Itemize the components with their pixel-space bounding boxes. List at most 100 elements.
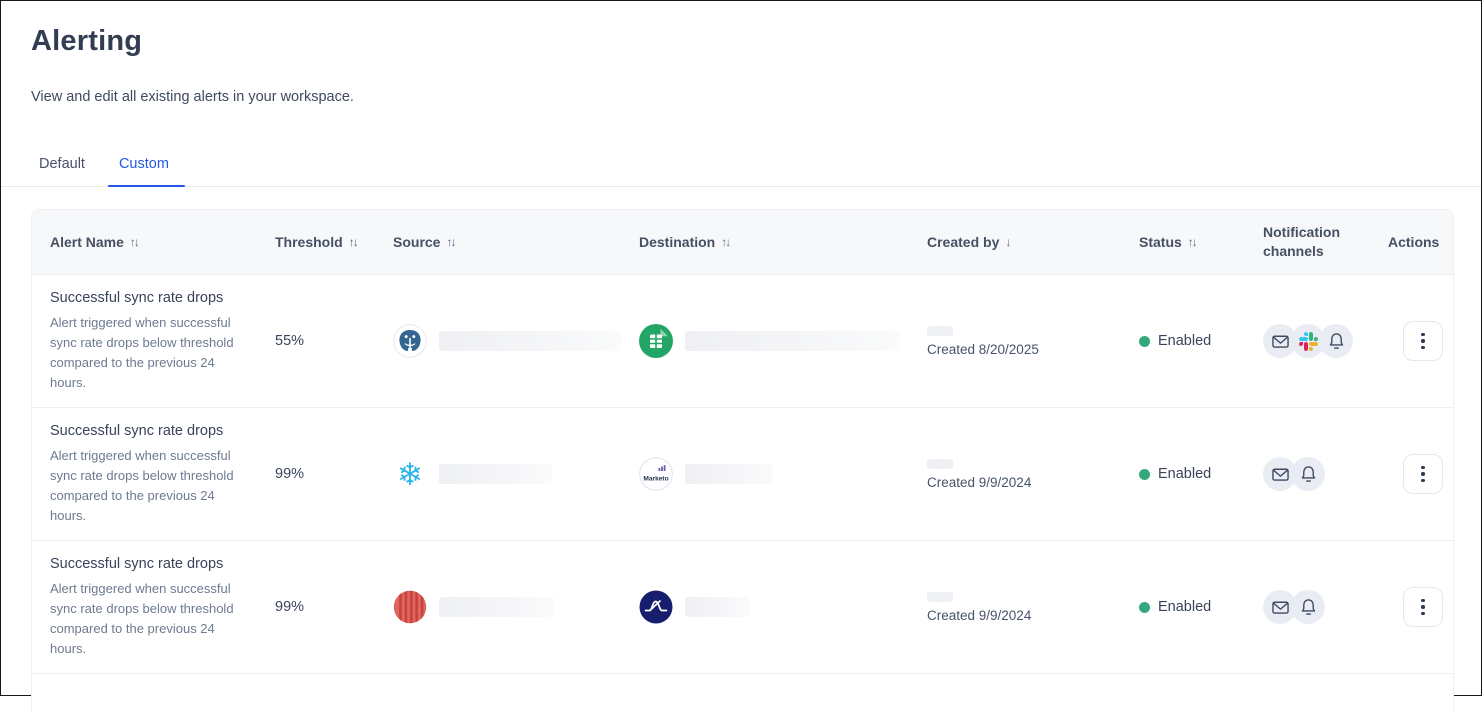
table-row: Successful sync rate drops Alert trigger…: [32, 407, 1453, 540]
column-header-threshold[interactable]: Threshold ↑↓: [257, 210, 375, 274]
alert-name: Successful sync rate drops: [50, 290, 223, 306]
alert-name-cell: Successful sync rate drops Alert trigger…: [32, 275, 257, 407]
actions-cell: [1370, 408, 1453, 540]
status-cell: Enabled: [1121, 275, 1245, 407]
threshold-value: 55%: [275, 333, 304, 349]
page-title: Alerting: [31, 25, 1454, 58]
sort-icon: ↑↓: [721, 234, 729, 250]
created-by-cell: Created 9/9/2024: [909, 541, 1121, 673]
notification-channels-cell: [1245, 541, 1370, 673]
redacted-creator-name: [927, 459, 953, 469]
kebab-icon: [1421, 466, 1424, 469]
created-date: Created 9/9/2024: [927, 475, 1031, 490]
status-label: Enabled: [1158, 599, 1211, 615]
source-cell: [375, 275, 621, 407]
table-header: Alert Name ↑↓ Threshold ↑↓ Source ↑↓ Des…: [32, 210, 1453, 274]
source-cell: [375, 541, 621, 673]
alert-name: Successful sync rate drops: [50, 556, 223, 572]
column-label: Created by: [927, 233, 999, 252]
slack-icon: [1299, 332, 1318, 351]
status-label: Enabled: [1158, 333, 1211, 349]
postgresql-icon: [393, 324, 427, 358]
row-actions-menu-button[interactable]: [1403, 587, 1443, 627]
actions-cell: [1370, 275, 1453, 407]
alert-description: Alert triggered when successful sync rat…: [50, 313, 238, 393]
notification-channels-cell: [1245, 408, 1370, 540]
column-label: Threshold: [275, 233, 343, 252]
column-header-source[interactable]: Source ↑↓: [375, 210, 621, 274]
alerts-table: Alert Name ↑↓ Threshold ↑↓ Source ↑↓ Des…: [31, 209, 1454, 713]
bell-icon: [1326, 331, 1347, 352]
tab-custom[interactable]: Custom: [119, 156, 169, 186]
column-header-status[interactable]: Status ↑↓: [1121, 210, 1245, 274]
destination-cell: [621, 541, 909, 673]
bell-channel-badge: [1319, 324, 1353, 358]
column-header-destination[interactable]: Destination ↑↓: [621, 210, 909, 274]
notification-channels-cell: [1245, 275, 1370, 407]
redacted-destination-name: [685, 331, 900, 351]
bell-icon: [1298, 597, 1319, 618]
destination-cell: [621, 275, 909, 407]
alert-name: Successful sync rate drops: [50, 423, 223, 439]
bell-icon: [1298, 464, 1319, 485]
source-cell: ❄: [375, 408, 621, 540]
bell-channel-badge: [1291, 590, 1325, 624]
marketo-icon: Marketo: [639, 457, 673, 491]
column-label: Alert Name: [50, 233, 124, 252]
svg-text:Marketo: Marketo: [643, 476, 668, 483]
sort-icon-desc: ↓: [1005, 234, 1009, 250]
email-icon: [1270, 331, 1291, 352]
column-header-alert-name[interactable]: Alert Name ↑↓: [32, 210, 257, 274]
kebab-icon: [1421, 333, 1424, 336]
status-cell: Enabled: [1121, 408, 1245, 540]
alert-name-cell: Successful sync rate drops Alert trigger…: [32, 541, 257, 673]
alert-name-cell: Successful sync rate drops Alert trigger…: [32, 408, 257, 540]
column-header-created-by[interactable]: Created by ↓: [909, 210, 1121, 274]
column-label: Status: [1139, 233, 1182, 252]
threshold-value: 99%: [275, 466, 304, 482]
created-date: Created 9/9/2024: [927, 608, 1031, 623]
sort-icon: ↑↓: [349, 234, 357, 250]
column-label: Destination: [639, 233, 715, 252]
created-by-cell: Created 9/9/2024: [909, 408, 1121, 540]
redacted-source-name: [439, 464, 552, 484]
table-row: Successful sync rate drops Alert trigger…: [32, 274, 1453, 407]
redacted-creator-name: [927, 592, 953, 602]
redacted-destination-name: [685, 464, 773, 484]
email-icon: [1270, 597, 1291, 618]
red-striped-database-icon: [393, 590, 427, 624]
column-header-actions: Actions: [1370, 210, 1453, 274]
alert-description: Alert triggered when successful sync rat…: [50, 579, 238, 659]
threshold-cell: 99%: [257, 408, 375, 540]
status-dot: [1139, 469, 1150, 480]
column-label: Notification channels: [1263, 223, 1362, 261]
status-dot: [1139, 602, 1150, 613]
page-subtitle: View and edit all existing alerts in you…: [31, 89, 1454, 105]
actions-cell: [1370, 541, 1453, 673]
redacted-source-name: [439, 331, 621, 351]
redacted-source-name: [439, 597, 555, 617]
row-actions-menu-button[interactable]: [1403, 321, 1443, 361]
table-row-partial: [32, 673, 1453, 713]
redacted-creator-name: [927, 326, 953, 336]
kebab-icon: [1421, 599, 1424, 602]
bell-channel-badge: [1291, 457, 1325, 491]
sort-icon: ↑↓: [446, 234, 454, 250]
status-dot: [1139, 336, 1150, 347]
status-cell: Enabled: [1121, 541, 1245, 673]
redacted-destination-name: [685, 597, 750, 617]
amplitude-icon: [639, 590, 673, 624]
threshold-cell: 99%: [257, 541, 375, 673]
alert-description: Alert triggered when successful sync rat…: [50, 446, 238, 526]
destination-cell: Marketo: [621, 408, 909, 540]
created-date: Created 8/20/2025: [927, 342, 1039, 357]
threshold-cell: 55%: [257, 275, 375, 407]
email-icon: [1270, 464, 1291, 485]
tab-default[interactable]: Default: [39, 156, 85, 186]
column-label: Actions: [1388, 233, 1439, 252]
google-sheets-icon: [639, 324, 673, 358]
tabs-bar: Default Custom: [1, 156, 1481, 187]
row-actions-menu-button[interactable]: [1403, 454, 1443, 494]
threshold-value: 99%: [275, 599, 304, 615]
column-label: Source: [393, 233, 440, 252]
